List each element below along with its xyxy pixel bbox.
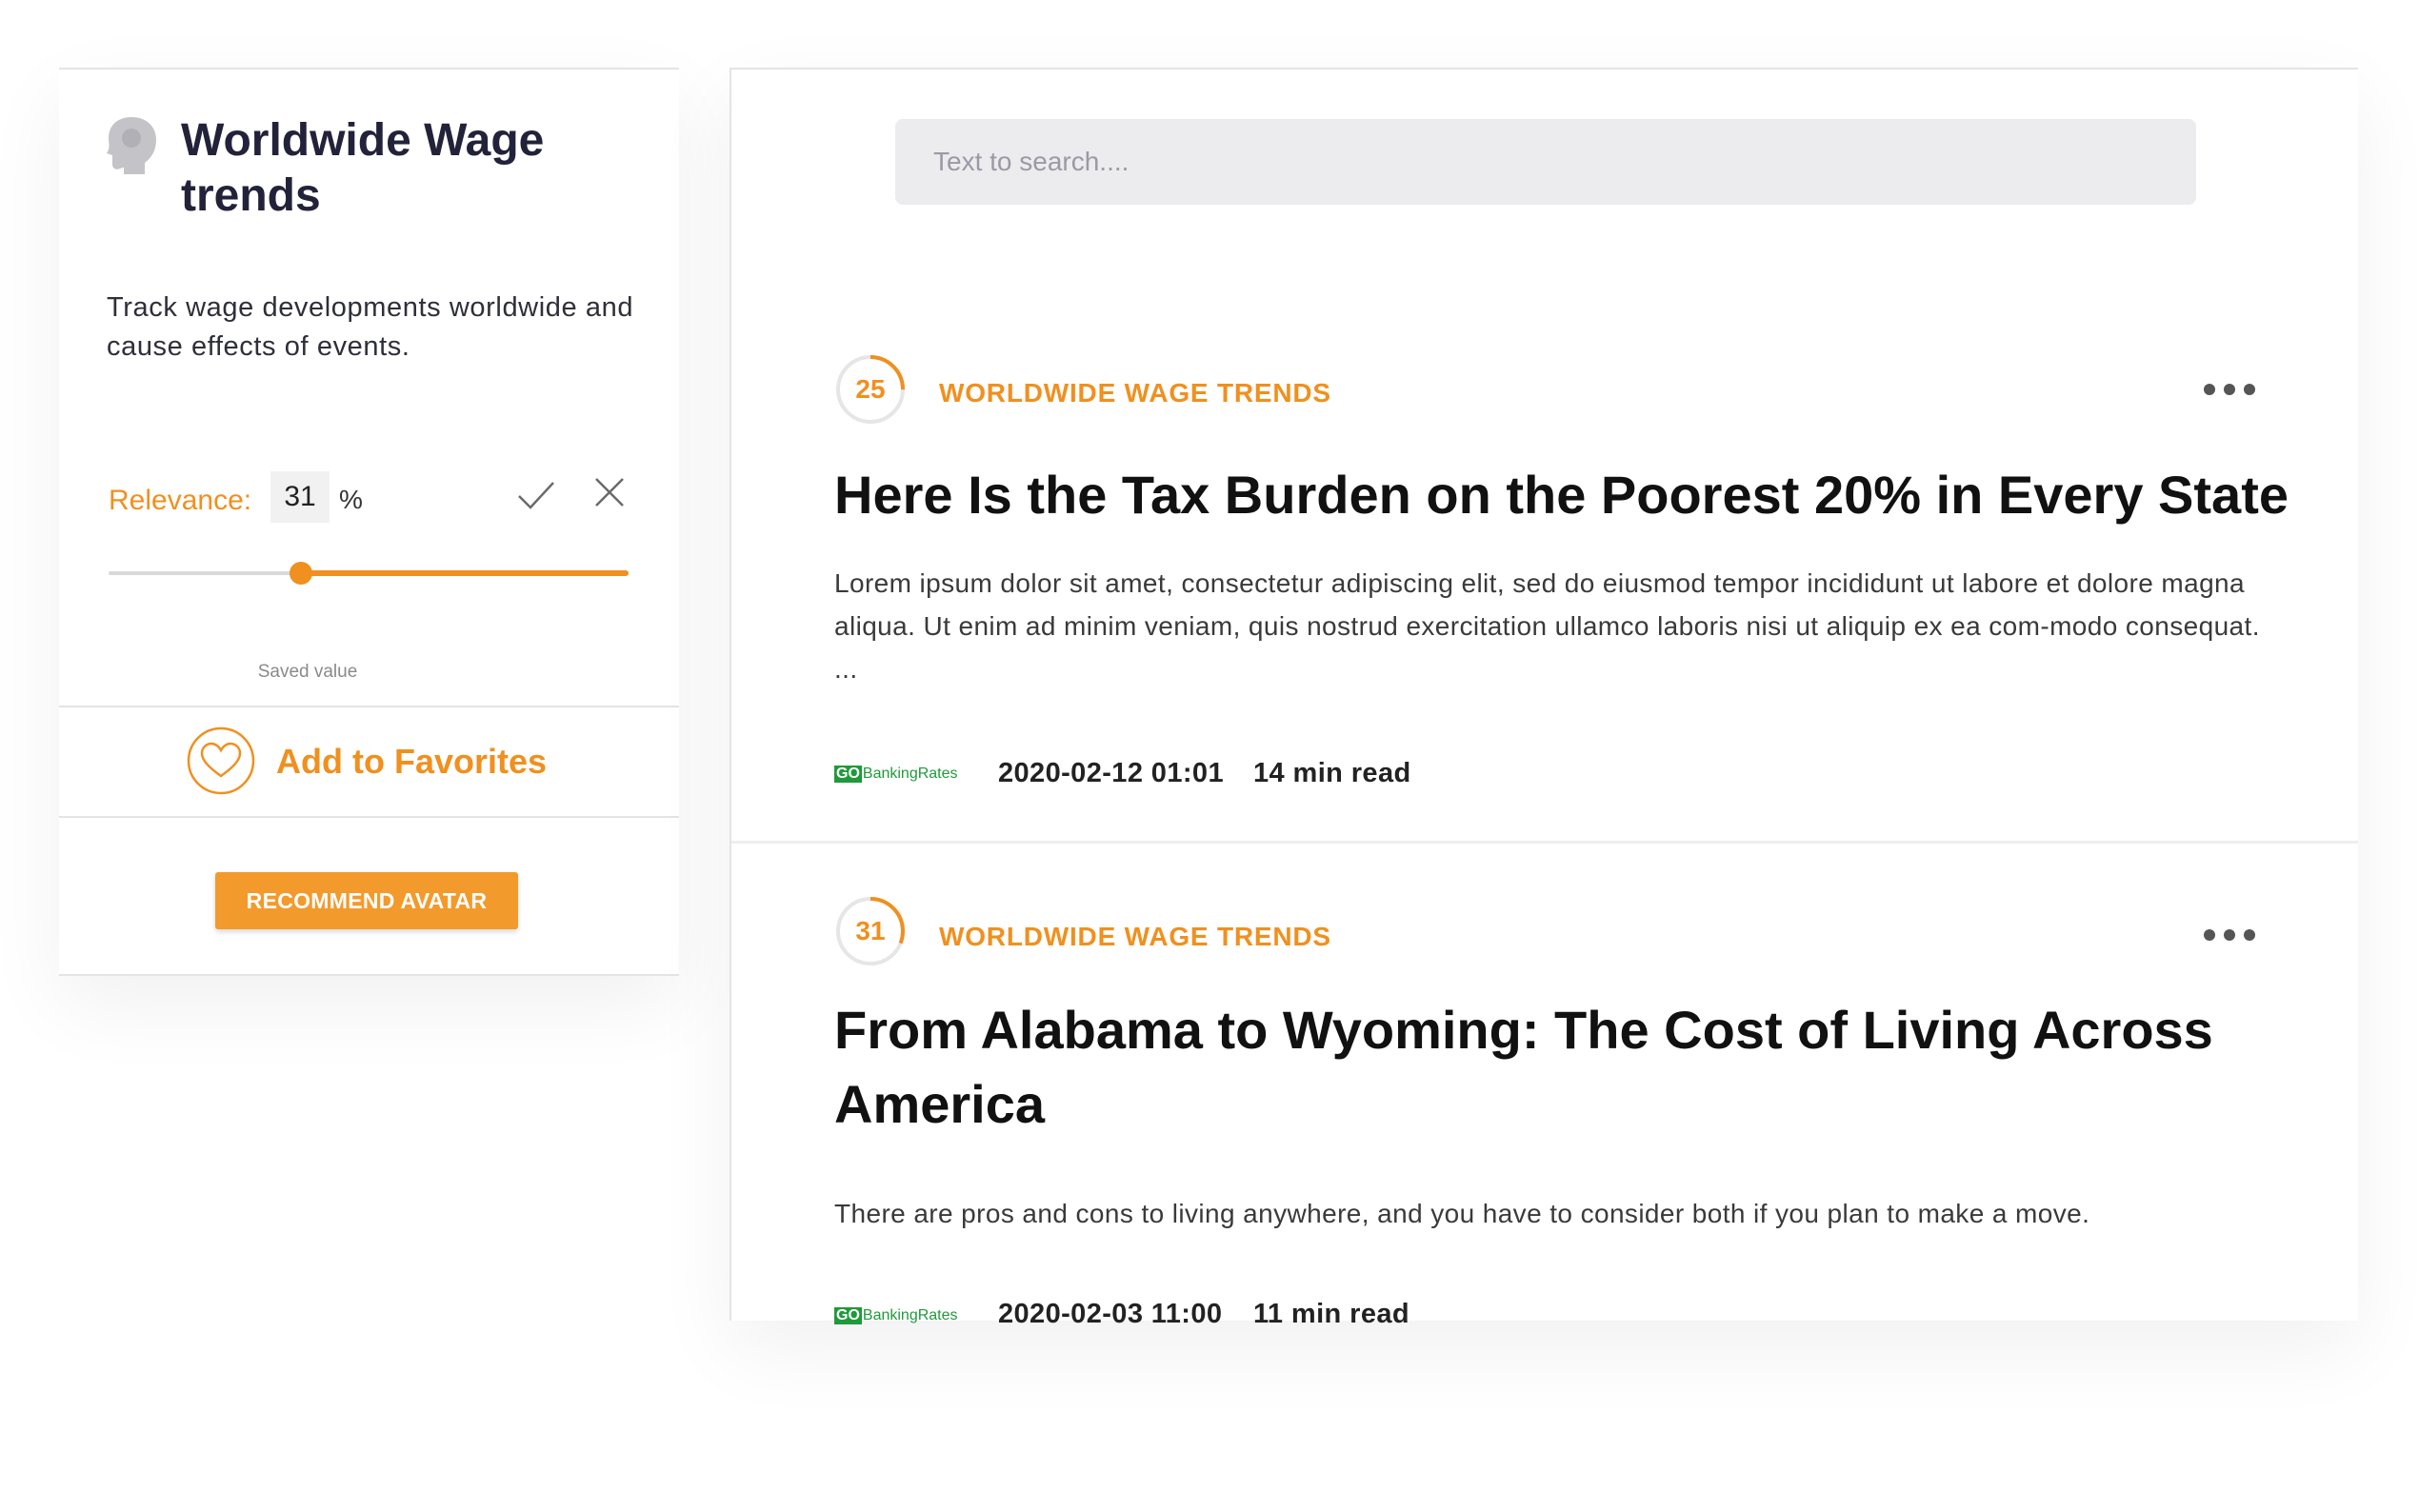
source-logo: GO BankingRates: [834, 766, 958, 783]
article-feed-panel: 25 WORLDWIDE WAGE TRENDS Here Is the Tax…: [730, 68, 2358, 1329]
check-icon[interactable]: [516, 475, 556, 515]
add-to-favorites-button[interactable]: Add to Favorites: [59, 707, 679, 816]
article-title[interactable]: From Alabama to Wyoming: The Cost of Liv…: [834, 993, 2291, 1142]
source-logo-go: GO: [834, 1307, 862, 1324]
relevance-score: 25: [855, 374, 886, 404]
article-topic-tag[interactable]: WORLDWIDE WAGE TRENDS: [939, 922, 1331, 952]
topic-description: Track wage developments worldwide and ca…: [107, 292, 634, 362]
add-to-favorites-label: Add to Favorites: [276, 742, 548, 781]
article-excerpt: Lorem ipsum dolor sit amet, consectetur …: [834, 568, 2260, 684]
more-options-icon[interactable]: [2202, 925, 2257, 945]
source-logo-go: GO: [834, 766, 862, 783]
search-input[interactable]: [895, 119, 2196, 205]
relevance-slider[interactable]: [109, 559, 629, 587]
close-icon[interactable]: [592, 475, 627, 509]
divider: [59, 816, 679, 818]
source-logo: GO BankingRates: [834, 1307, 958, 1324]
relevance-unit: %: [339, 485, 363, 514]
source-logo-name: BankingRates: [862, 766, 958, 782]
article-topic-tag[interactable]: WORLDWIDE WAGE TRENDS: [939, 378, 1331, 408]
topic-avatar-panel: Worldwide Wage trends Track wage develop…: [59, 68, 679, 976]
relevance-score: 31: [855, 916, 886, 945]
slider-handle[interactable]: [290, 562, 313, 585]
article-card[interactable]: 25 WORLDWIDE WAGE TRENDS Here Is the Tax…: [731, 222, 2358, 844]
article-date: 2020-02-03 11:00: [998, 1299, 1223, 1329]
relevance-label: Relevance:: [109, 485, 252, 516]
relevance-value-input[interactable]: 31: [270, 471, 330, 523]
topic-title: Worldwide Wage trends: [181, 115, 545, 221]
article-card[interactable]: 31 WORLDWIDE WAGE TRENDS From Alabama to…: [731, 844, 2358, 1329]
saved-value-caption: Saved value: [257, 662, 358, 682]
relevance-score-ring: 25: [834, 353, 907, 426]
article-read-time: 14 min read: [1253, 758, 1411, 788]
heart-icon: [187, 726, 255, 795]
source-logo-name: BankingRates: [862, 1307, 958, 1323]
article-date: 2020-02-12 01:01: [998, 758, 1224, 788]
article-excerpt: There are pros and cons to living anywhe…: [834, 1199, 2090, 1228]
relevance-score-ring: 31: [834, 895, 907, 967]
more-options-icon[interactable]: [2202, 380, 2257, 399]
article-read-time: 11 min read: [1253, 1299, 1409, 1329]
recommend-avatar-button[interactable]: RECOMMEND AVATAR: [215, 872, 518, 929]
article-title[interactable]: Here Is the Tax Burden on the Poorest 20…: [834, 458, 2291, 532]
slider-fill: [301, 570, 629, 576]
head-profile-icon: [103, 113, 160, 176]
